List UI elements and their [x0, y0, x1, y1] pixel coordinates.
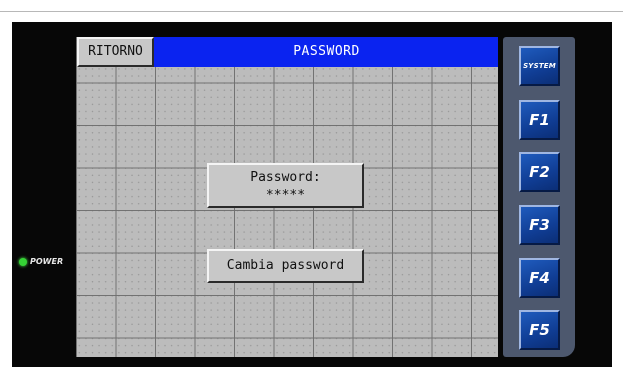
password-button[interactable]: Password: ***** — [207, 163, 364, 208]
password-label: Password: — [250, 170, 321, 185]
f4-key[interactable]: F4 — [519, 258, 560, 298]
page-title: PASSWORD — [293, 44, 360, 59]
change-password-button[interactable]: Cambia password — [207, 249, 364, 283]
password-value: ***** — [265, 188, 306, 203]
f1-key[interactable]: F1 — [519, 100, 560, 140]
power-label: POWER — [30, 257, 64, 266]
back-button[interactable]: RITORNO — [77, 37, 154, 67]
f3-key[interactable]: F3 — [519, 205, 560, 245]
f5-key[interactable]: F5 — [519, 310, 560, 350]
f2-key[interactable]: F2 — [519, 152, 560, 192]
system-key[interactable]: SYSTEM — [519, 46, 560, 86]
top-divider — [0, 11, 623, 12]
power-led-icon — [19, 258, 27, 266]
